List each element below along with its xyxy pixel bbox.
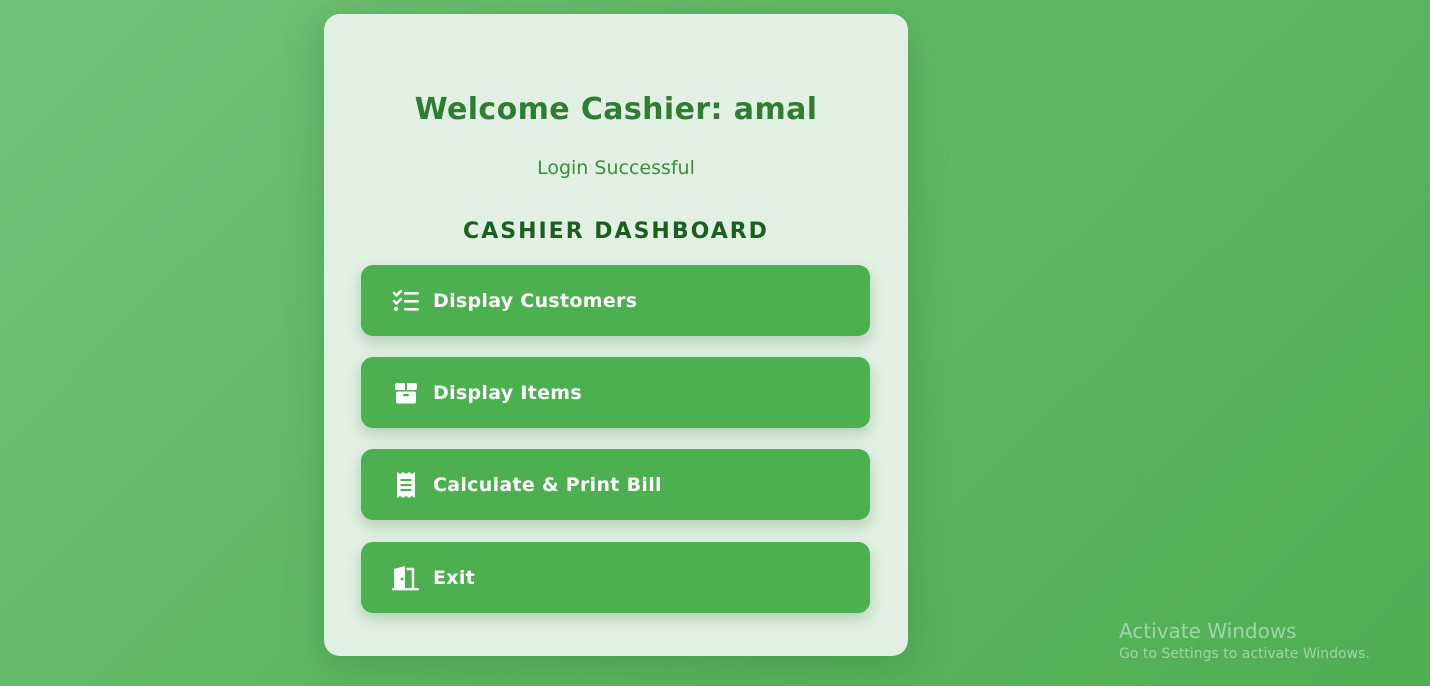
display-items-label: Display Items	[433, 381, 582, 404]
calculate-print-bill-button[interactable]: Calculate & Print Bill	[361, 449, 870, 520]
box-icon	[391, 379, 421, 407]
calculate-print-bill-label: Calculate & Print Bill	[433, 473, 662, 496]
welcome-heading: Welcome Cashier: amal	[414, 92, 818, 127]
login-status-text: Login Successful	[537, 157, 695, 179]
door-exit-icon	[391, 564, 421, 592]
watermark-subtitle: Go to Settings to activate Windows.	[1119, 646, 1370, 662]
display-customers-label: Display Customers	[433, 289, 638, 312]
watermark-title: Activate Windows	[1119, 619, 1297, 643]
exit-label: Exit	[433, 566, 476, 589]
receipt-icon	[391, 471, 421, 499]
display-items-button[interactable]: Display Items	[361, 357, 870, 428]
dashboard-card: Welcome Cashier: amal Login Successful C…	[324, 14, 908, 656]
dashboard-title: CASHIER DASHBOARD	[463, 219, 769, 244]
list-check-icon	[391, 287, 421, 315]
windows-activation-watermark: Activate Windows Go to Settings to activ…	[1119, 619, 1370, 663]
exit-button[interactable]: Exit	[361, 542, 870, 613]
display-customers-button[interactable]: Display Customers	[361, 265, 870, 336]
